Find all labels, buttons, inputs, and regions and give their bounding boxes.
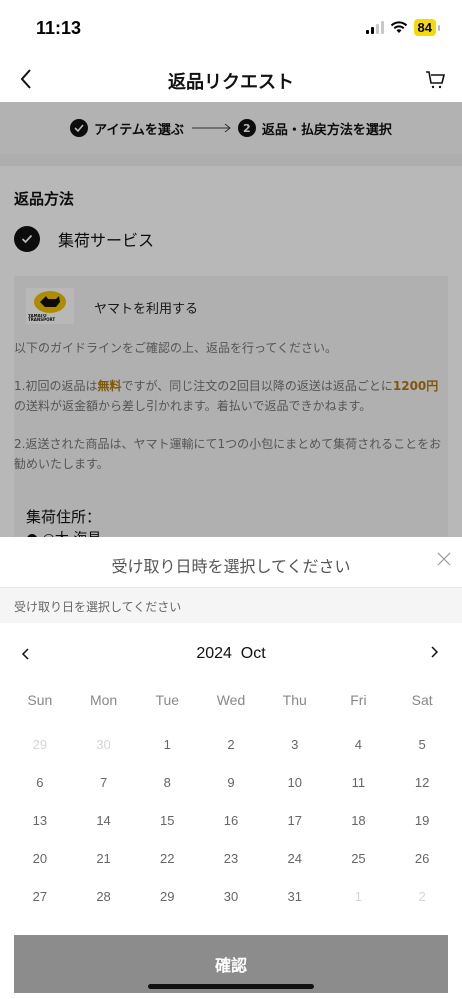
calendar-day[interactable]: 8 <box>135 775 199 813</box>
calendar-day[interactable]: 7 <box>72 775 136 813</box>
calendar-day-outside: 29 <box>32 737 48 752</box>
weekday-label: Fri <box>350 692 367 708</box>
chevron-right-icon[interactable] <box>428 644 440 660</box>
calendar-day[interactable]: 28 <box>72 889 136 927</box>
status-time: 11:13 <box>36 18 82 38</box>
calendar-day[interactable]: 12 <box>390 775 454 813</box>
weekday-label: Sat <box>411 692 433 708</box>
close-icon[interactable] <box>436 551 452 567</box>
calendar-day-outside: 1 <box>354 889 363 904</box>
date-hint: 受け取り日を選択してください <box>14 600 182 614</box>
home-indicator <box>148 984 314 989</box>
calendar-day[interactable]: 24 <box>263 851 327 889</box>
calendar-day[interactable]: 14 <box>72 813 136 851</box>
battery-cap <box>438 24 440 31</box>
calendar-day[interactable]: 10 <box>263 775 327 813</box>
calendar-day[interactable]: 13 <box>8 813 72 851</box>
calendar-day[interactable]: 23 <box>199 851 263 889</box>
wifi-icon <box>390 21 407 33</box>
calendar-day[interactable]: 30 <box>199 889 263 927</box>
calendar-days: 29 30 1 2 3 4 5 6 7 8 9 10 11 12 13 14 15 16 17 18 19 20 21 22 2… <box>8 737 454 927</box>
weekday-label: Wed <box>216 692 246 708</box>
calendar-day[interactable]: 25 <box>327 851 391 889</box>
weekday-label: Sun <box>27 692 53 708</box>
nav-bar: 返品リクエスト <box>0 58 462 102</box>
weekday-label: Thu <box>282 692 307 708</box>
calendar-day[interactable]: 19 <box>390 813 454 851</box>
calendar-day[interactable]: 1 <box>135 737 199 775</box>
sheet-title: 受け取り日時を選択してください <box>111 557 351 576</box>
calendar-day[interactable]: 18 <box>327 813 391 851</box>
weekday-header: Sun Mon Tue Wed Thu Fri Sat <box>8 692 454 708</box>
calendar-day[interactable]: 27 <box>8 889 72 927</box>
signal-icon <box>365 21 384 34</box>
calendar-day[interactable]: 11 <box>327 775 391 813</box>
calendar-day[interactable]: 3 <box>263 737 327 775</box>
calendar-day[interactable]: 22 <box>135 851 199 889</box>
calendar-day[interactable]: 26 <box>390 851 454 889</box>
calendar-day[interactable]: 6 <box>8 775 72 813</box>
status-bar: 11:13 84 <box>0 0 462 58</box>
calendar-day[interactable]: 21 <box>72 851 136 889</box>
weekday-label: Mon <box>89 692 118 708</box>
status-icons: 84 <box>365 19 440 36</box>
calendar-day[interactable]: 15 <box>135 813 199 851</box>
weekday-label: Tue <box>155 692 180 708</box>
date-picker-sheet: 受け取り日時を選択してください 受け取り日を選択してください 2024 Oct … <box>0 537 462 999</box>
calendar-day[interactable]: 2 <box>199 737 263 775</box>
calendar-day[interactable]: 16 <box>199 813 263 851</box>
calendar-day-outside: 30 <box>96 737 111 752</box>
selected-date-bar: 受け取り日を選択してください <box>0 587 462 623</box>
calendar-day[interactable]: 9 <box>199 775 263 813</box>
page-title: 返品リクエスト <box>168 72 294 93</box>
calendar-day[interactable]: 5 <box>390 737 454 775</box>
calendar-day[interactable]: 4 <box>327 737 391 775</box>
battery-level: 84 <box>413 19 436 36</box>
calendar-day-outside: 2 <box>418 889 426 904</box>
cart-icon[interactable] <box>424 67 446 91</box>
calendar-day[interactable]: 17 <box>263 813 327 851</box>
calendar-day[interactable]: 20 <box>8 851 72 889</box>
calendar-month-title: 2024 Oct <box>196 645 266 662</box>
calendar-day[interactable]: 29 <box>135 889 199 927</box>
calendar-day[interactable]: 31 <box>263 889 327 927</box>
